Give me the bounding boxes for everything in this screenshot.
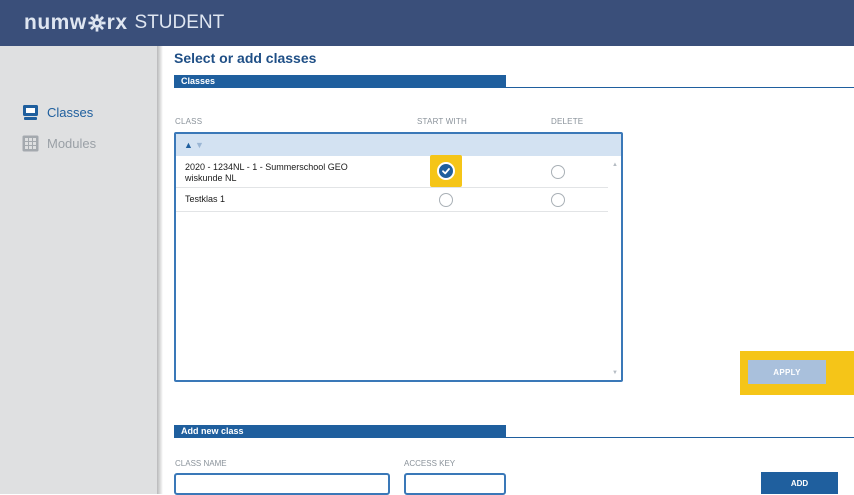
delete-radio[interactable] (551, 165, 565, 179)
delete-radio[interactable] (551, 193, 565, 207)
class-name-cell: Testklas 1 (185, 194, 226, 204)
table-row: Testklas 1 (176, 188, 608, 212)
app-suffix: STUDENT (134, 12, 225, 33)
class-name-cell: 2020 - 1234NL - 1 - Summerschool GEO wis… (185, 162, 348, 183)
brand-name-part: numw (24, 11, 87, 34)
section-divider (174, 437, 854, 438)
sidebar-item-classes[interactable]: Classes (22, 102, 93, 122)
start-with-highlight (430, 155, 462, 187)
scroll-up-arrow-icon[interactable]: ▲ (612, 162, 618, 168)
access-key-input[interactable] (404, 473, 506, 495)
chalkboard-icon (23, 104, 38, 120)
top-bar: numw rx STUDENT (0, 0, 854, 46)
sort-ascending-icon[interactable]: ▲ (184, 140, 193, 150)
class-name-label: CLASS NAME (175, 459, 227, 468)
column-header-class: CLASS (175, 117, 203, 126)
brand-name-part: rx (106, 11, 128, 34)
sidebar-item-label: Modules (47, 135, 97, 151)
sidebar-item-modules[interactable]: Modules (22, 133, 96, 153)
scroll-down-arrow-icon[interactable]: ▼ (612, 370, 618, 376)
access-key-label: ACCESS KEY (404, 459, 456, 468)
table-row: 2020 - 1234NL - 1 - Summerschool GEO wis… (176, 155, 608, 188)
sort-bar[interactable]: ▲ ▼ (176, 134, 621, 156)
classes-table: ▲ ▼ 2020 - 1234NL - 1 - Summerschool GEO… (174, 132, 623, 382)
add-button[interactable]: ADD (761, 472, 838, 494)
class-name-input[interactable] (174, 473, 390, 495)
section-divider (174, 87, 854, 88)
sidebar-shadow (157, 46, 163, 494)
apply-button[interactable]: APPLY (748, 360, 826, 384)
gear-logo-icon (88, 14, 106, 32)
app-logo: numw rx STUDENT (24, 10, 224, 36)
start-with-radio-checked[interactable] (437, 162, 455, 180)
sort-descending-icon[interactable]: ▼ (195, 140, 204, 150)
column-header-delete: DELETE (551, 117, 584, 126)
column-header-start-with: START WITH (417, 117, 467, 126)
grid-icon (22, 135, 39, 151)
start-with-radio[interactable] (439, 193, 453, 207)
sidebar-item-label: Classes (47, 104, 94, 120)
checkmark-icon (442, 168, 450, 175)
page-title: Select or add classes (174, 50, 317, 66)
